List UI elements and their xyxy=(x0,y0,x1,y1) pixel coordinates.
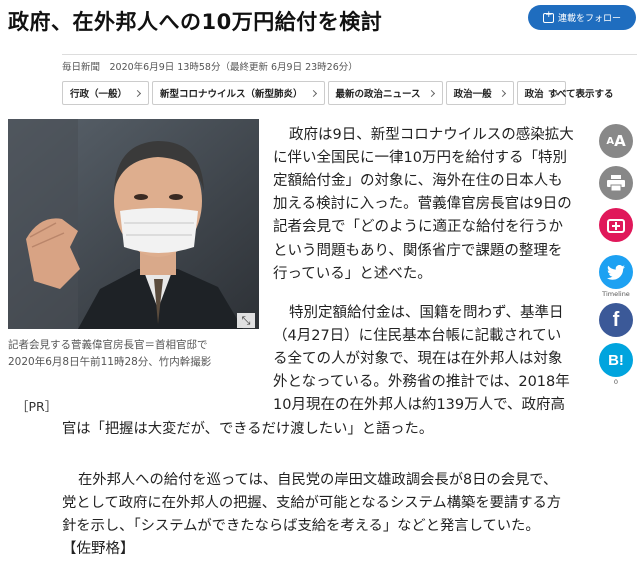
save-article-button[interactable] xyxy=(599,208,633,242)
article-body: 政府は9日、新型コロナウイルスの感染拡大 に伴い全国民に一律10万円を給付する「… xyxy=(0,0,641,580)
hatena-count: 0 xyxy=(613,378,619,386)
article-line: 記者会見で「どのように適正な給付を行うか xyxy=(273,219,563,235)
print-button[interactable] xyxy=(599,166,633,200)
article-line: 特別定額給付金は、国籍を問わず、基準日 xyxy=(289,305,564,321)
article-line: 党として政府に在外邦人の把握、支給が可能となるシステム構築を要請する方 xyxy=(62,495,562,511)
hatena-bookmark-button[interactable]: B! 0 xyxy=(599,343,633,386)
article-line: 官は「把握は大変だが、できるだけ渡したい」と語った。 xyxy=(62,421,434,437)
article-line: 行っている」と述べた。 xyxy=(273,266,432,282)
article-line: という問題もあり、関係省庁で課題の整理を xyxy=(273,243,563,259)
twitter-label: Timeline xyxy=(602,290,630,298)
article-line: る全ての人が対象で、現在は在外邦人は対象 xyxy=(273,351,563,367)
font-small-glyph: A xyxy=(606,135,615,147)
twitter-share-button[interactable]: Timeline xyxy=(599,255,633,298)
print-icon xyxy=(599,166,633,200)
article-line: 加える検討に入った。菅義偉官房長官は9日の xyxy=(273,196,572,212)
facebook-share-button[interactable]: f xyxy=(599,303,633,337)
article-byline: 【佐野格】 xyxy=(62,541,135,557)
article-line: 在外邦人への給付を巡っては、自民党の岸田文雄政調会長が8日の会見で、 xyxy=(78,472,558,488)
article-line: （4月27日）に住民基本台帳に記載されてい xyxy=(273,328,562,344)
article-line: 政府は9日、新型コロナウイルスの感染拡大 xyxy=(289,127,574,143)
hatena-icon: B! xyxy=(599,343,633,377)
clip-save-icon xyxy=(599,208,633,242)
font-large-glyph: A xyxy=(614,132,626,150)
font-size-button[interactable]: AA xyxy=(599,124,633,158)
article-line: 10月現在の在外邦人は約139万人で、政府高 xyxy=(273,397,566,413)
facebook-icon: f xyxy=(599,303,633,337)
article-line: に伴い全国民に一律10万円を給付する「特別 xyxy=(273,150,567,166)
article-line: 外となっている。外務省の推計では、2018年 xyxy=(273,374,570,390)
article-line: 針を示し、「システムができたならば支給を考える」などと発言していた。 xyxy=(62,518,540,534)
font-size-icon: AA xyxy=(599,124,633,158)
article-line: 定額給付金」の対象に、海外在住の日本人も xyxy=(273,173,563,189)
twitter-icon xyxy=(599,255,633,289)
